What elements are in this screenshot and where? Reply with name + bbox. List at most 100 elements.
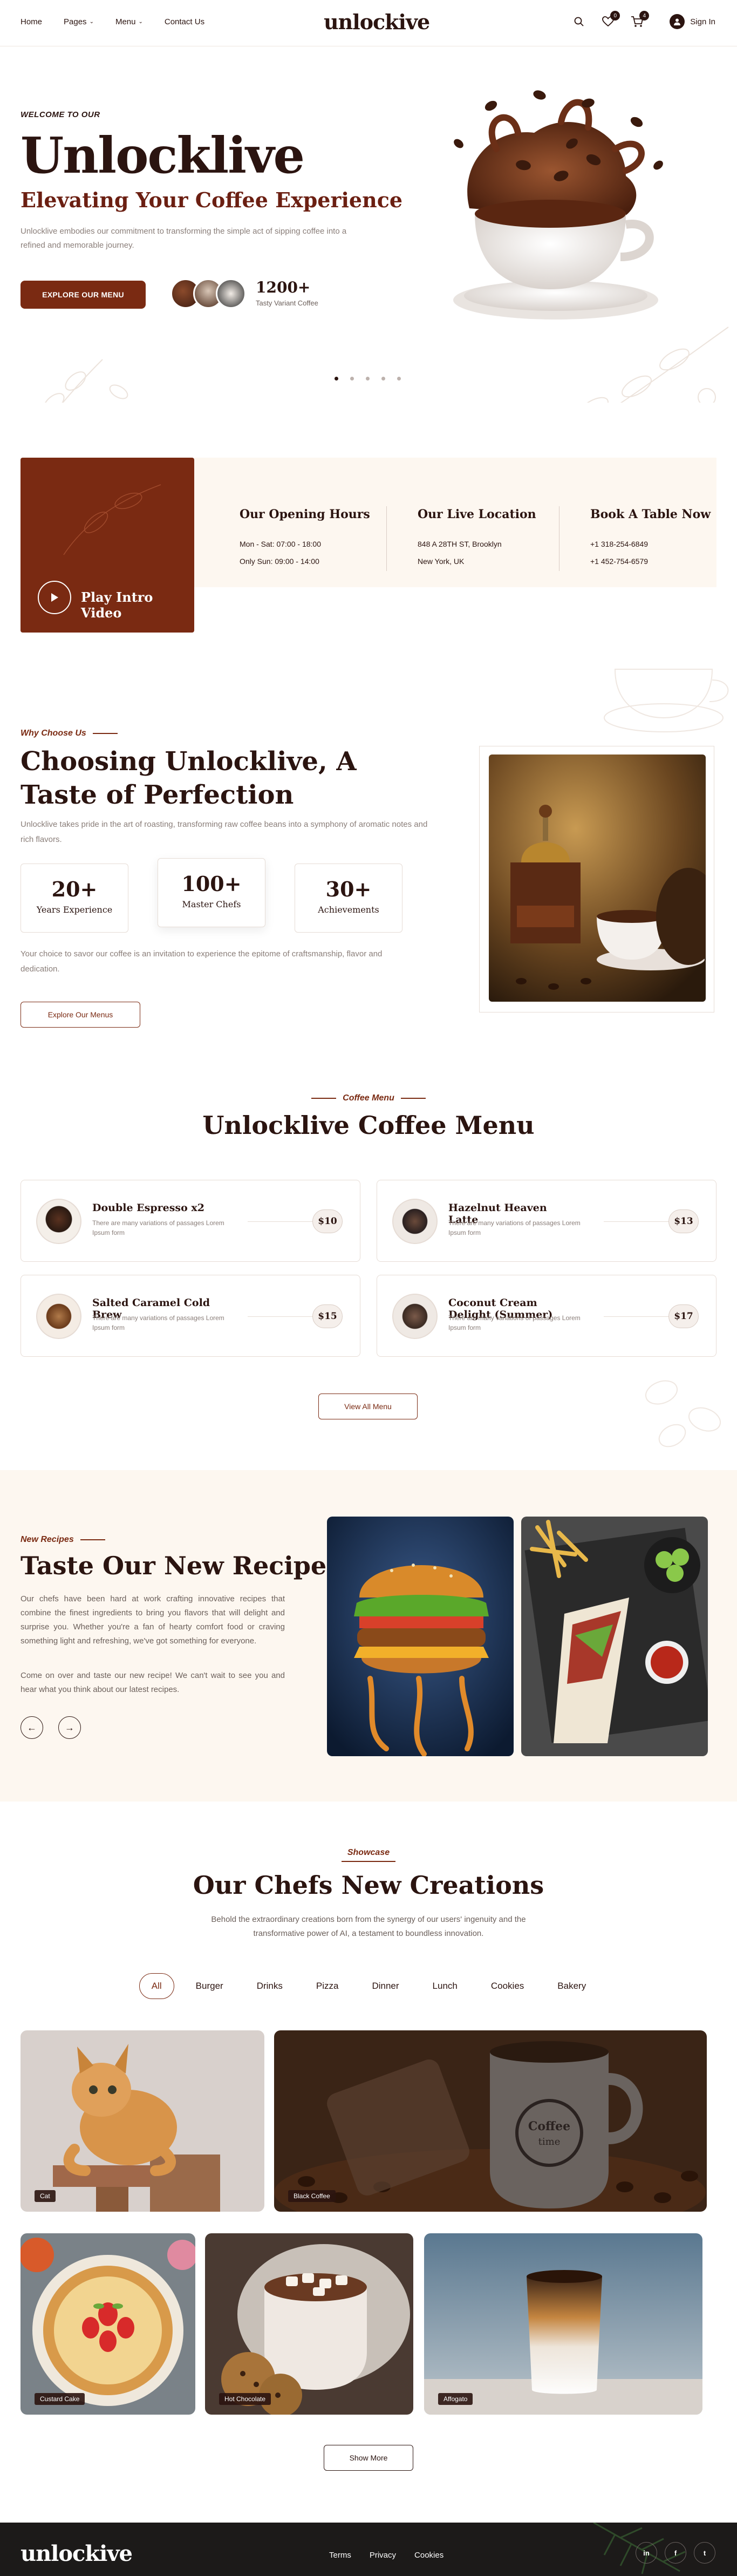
menu-item-card[interactable]: Salted Caramel Cold Brew There are many … — [21, 1275, 360, 1357]
nav-pages[interactable]: Pages ⌄ — [64, 17, 94, 26]
filter-tab-pizza[interactable]: Pizza — [304, 1973, 351, 1999]
hot-chocolate-image — [205, 2233, 413, 2415]
opening-hours-title: Our Opening Hours — [240, 507, 370, 521]
filter-tab-all[interactable]: All — [139, 1973, 174, 1999]
black-coffee-image: Coffee time — [274, 2030, 707, 2212]
stat-card: 20+ Years Experience — [21, 864, 128, 933]
live-location-title: Our Live Location — [418, 507, 536, 521]
slider-dot[interactable] — [397, 377, 401, 380]
filter-tab-cookies[interactable]: Cookies — [479, 1973, 536, 1999]
book-table: Book A Table Now +1 318-254-6849 +1 452-… — [590, 458, 711, 587]
chevron-down-icon: ⌄ — [89, 19, 94, 25]
footer-link-terms[interactable]: Terms — [329, 2551, 351, 2560]
menu-item-description: There are many variations of passages Lo… — [448, 1219, 581, 1236]
twitter-icon[interactable]: t — [694, 2542, 715, 2564]
menu-item-image — [392, 1294, 438, 1339]
nav-contact[interactable]: Contact Us — [165, 17, 204, 26]
explore-menu-button[interactable]: EXPLORE OUR MENU — [21, 281, 146, 309]
footer-logo[interactable]: unlockive — [21, 2541, 133, 2566]
menu-item-price: $15 — [312, 1304, 343, 1328]
filter-tab-lunch[interactable]: Lunch — [421, 1973, 469, 1999]
showcase-description: Behold the extraordinary creations born … — [211, 1915, 526, 1938]
menu-item-description: There are many variations of passages Lo… — [92, 1219, 224, 1236]
gallery-item-label: Hot Chocolate — [219, 2393, 271, 2405]
slider-dot[interactable] — [381, 377, 385, 380]
coffee-count-label: Tasty Variant Coffee — [256, 299, 318, 307]
gallery-item[interactable]: Cat — [21, 2030, 264, 2212]
prev-arrow-button[interactable]: ← — [21, 1716, 43, 1739]
location-line: New York, UK — [418, 557, 465, 566]
stat-value: 30+ — [325, 877, 372, 901]
next-arrow-button[interactable]: → — [58, 1716, 81, 1739]
stat-card: 100+ Master Chefs — [158, 858, 265, 927]
slider-dot[interactable] — [366, 377, 370, 380]
filter-tab-dinner[interactable]: Dinner — [360, 1973, 411, 1999]
slider-dot[interactable] — [350, 377, 354, 380]
gallery-item[interactable]: Affogato — [424, 2233, 702, 2415]
new-recipes-tag-text: New Recipes — [21, 1535, 74, 1544]
site-header: Home Pages ⌄ Menu ⌄ Contact Us unlockive 0… — [0, 0, 737, 46]
footer-link-cookies[interactable]: Cookies — [414, 2551, 443, 2560]
wishlist-heart-icon[interactable]: 0 — [600, 11, 620, 29]
nav-home[interactable]: Home — [21, 17, 42, 26]
show-more-button[interactable]: Show More — [324, 2445, 413, 2471]
menu-item-card[interactable]: Coconut Cream Delight (Summer) There are… — [377, 1275, 716, 1357]
new-recipe-paragraph: Come on over and taste our new recipe! W… — [21, 1671, 285, 1694]
view-all-menu-button[interactable]: View All Menu — [318, 1394, 418, 1419]
showcase-filter-tabs: All Burger Drinks Pizza Dinner Lunch Coo… — [0, 1973, 737, 1999]
play-icon[interactable] — [38, 581, 71, 614]
gallery-item[interactable]: Coffee time Black Coffee — [274, 2030, 707, 2212]
nav-menu[interactable]: Menu ⌄ — [115, 17, 143, 26]
new-recipes-eyebrow: New Recipes — [21, 1535, 105, 1545]
why-choose-description: Unlocklive takes pride in the art of roa… — [21, 820, 428, 844]
divider — [248, 1316, 318, 1317]
coffee-bean-decoration-icon — [645, 1380, 721, 1447]
coffee-menu-title: Unlocklive Coffee Menu — [202, 1111, 535, 1140]
facebook-icon[interactable]: f — [665, 2542, 686, 2564]
menu-item-description: There are many variations of passages Lo… — [92, 1314, 224, 1331]
coffee-menu-tag-text: Coffee Menu — [343, 1093, 394, 1103]
intro-video-card[interactable]: Play Intro Video — [21, 458, 194, 633]
menu-item-image — [392, 1199, 438, 1244]
phone-link[interactable]: +1 452-754-6579 — [590, 553, 711, 570]
new-recipe-paragraph: Our chefs have been hard at work craftin… — [21, 1594, 285, 1646]
leaf-decoration-icon — [63, 484, 161, 555]
gallery-item-label: Custard Cake — [35, 2393, 85, 2405]
hero-section: WELCOME TO OUR Unlocklive Elevating Your… — [0, 46, 737, 403]
hero-title: Unlocklive — [21, 126, 305, 185]
linkedin-icon[interactable]: in — [636, 2542, 657, 2564]
hero-description: Unlocklive embodies our commitment to tr… — [21, 227, 347, 250]
menu-item-card[interactable]: Hazelnut Heaven Latte There are many var… — [377, 1180, 716, 1262]
svg-text:time: time — [538, 2136, 561, 2147]
gallery-item[interactable]: Custard Cake — [21, 2233, 195, 2415]
search-icon[interactable] — [571, 14, 586, 29]
cart-icon[interactable]: 4 — [630, 11, 650, 29]
new-recipe-title: Taste Our New Recipe — [21, 1551, 327, 1580]
menu-item-card[interactable]: Double Espresso x2 There are many variat… — [21, 1180, 360, 1262]
opening-hours-line: Only Sun: 09:00 - 14:00 — [240, 557, 319, 566]
stat-label: Achievements — [318, 905, 379, 915]
intro-video-label: Play Intro Video — [81, 589, 153, 621]
cup-decoration-icon — [604, 669, 729, 732]
opening-hours-line: Mon - Sat: 07:00 - 18:00 — [240, 540, 321, 548]
site-logo[interactable]: unlockive — [324, 10, 430, 34]
gallery-item[interactable]: Hot Chocolate — [205, 2233, 413, 2415]
sign-in-button[interactable]: Sign In — [670, 14, 715, 29]
gallery-item-label: Affogato — [438, 2393, 473, 2405]
stat-value: 100+ — [181, 872, 242, 896]
slider-dot[interactable] — [335, 377, 338, 380]
filter-tab-bakery[interactable]: Bakery — [545, 1973, 598, 1999]
footer-link-privacy[interactable]: Privacy — [370, 2551, 396, 2560]
phone-link[interactable]: +1 318-254-6849 — [590, 535, 711, 553]
why-choose-eyebrow: Why Choose Us — [21, 729, 118, 738]
tag-line — [311, 1098, 337, 1099]
filter-tab-burger[interactable]: Burger — [184, 1973, 235, 1999]
filter-tab-drinks[interactable]: Drinks — [245, 1973, 295, 1999]
wraps-and-fries-image — [521, 1517, 708, 1756]
coffee-avatar-group — [170, 278, 246, 309]
explore-menus-button[interactable]: Explore Our Menus — [21, 1002, 140, 1028]
cat-image — [21, 2030, 264, 2212]
coffee-count: 1200+ — [256, 278, 311, 296]
avatar — [216, 278, 246, 309]
coffee-grinder-image — [489, 755, 706, 1002]
